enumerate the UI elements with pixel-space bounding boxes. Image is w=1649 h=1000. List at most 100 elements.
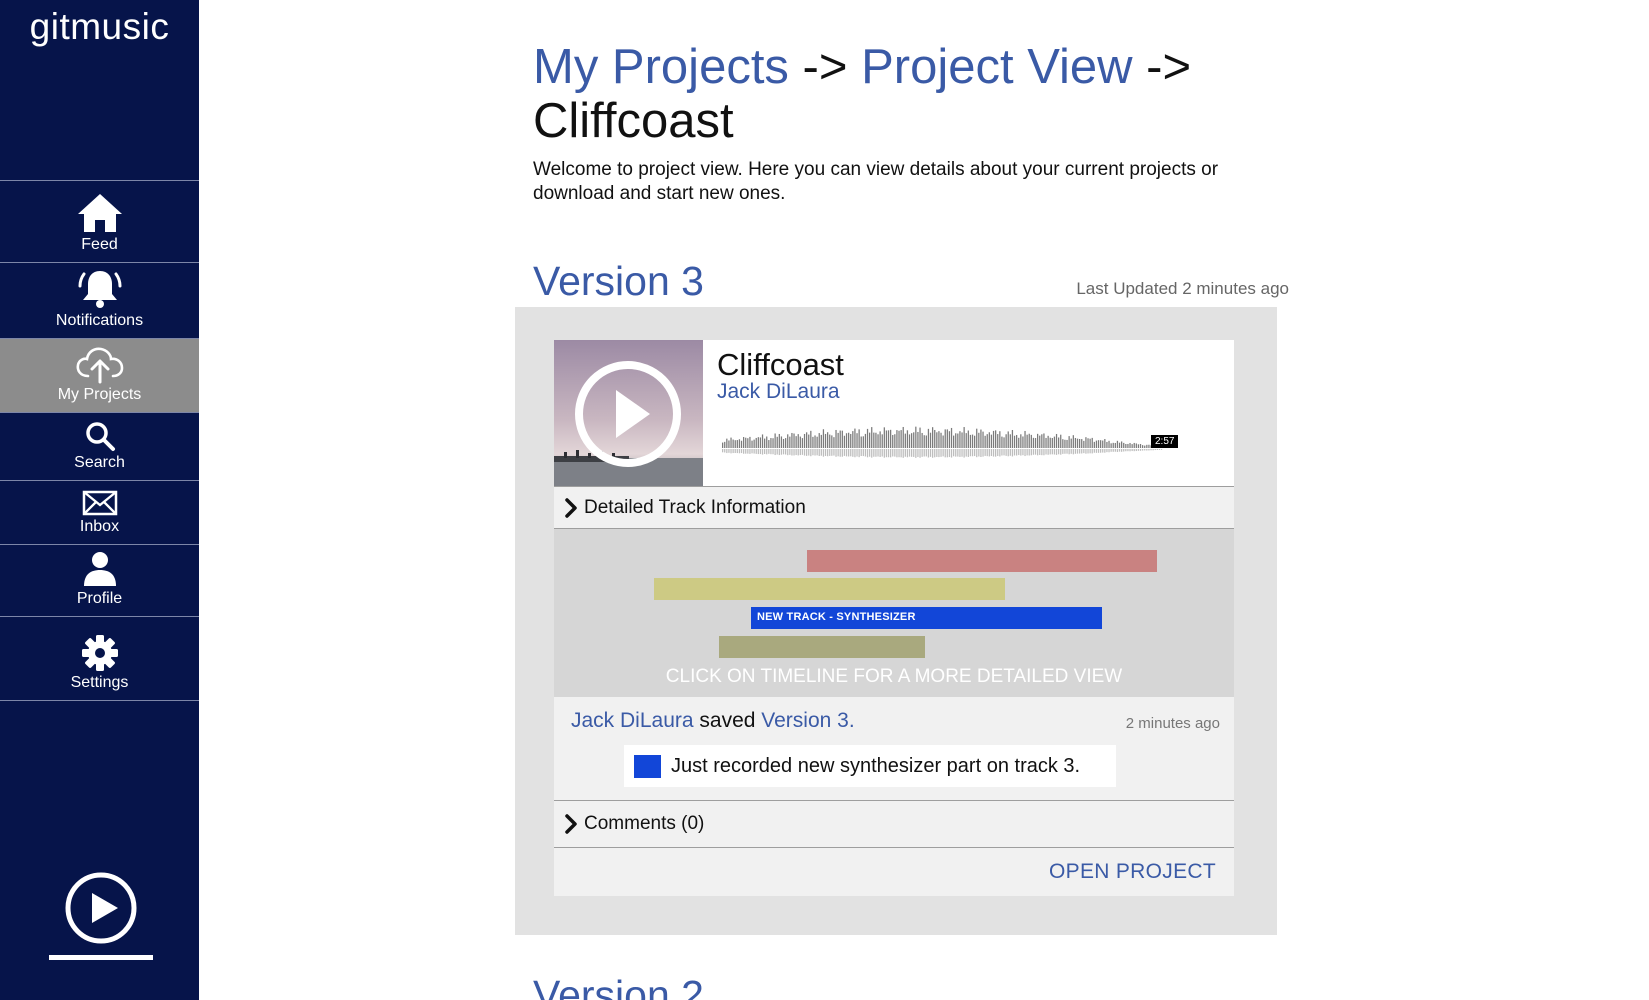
open-project-button[interactable]: OPEN PROJECT [1049, 860, 1216, 884]
waveform-bar [990, 434, 993, 448]
waveform-bar [816, 436, 818, 448]
waveform-bar [885, 430, 888, 448]
sidebar-item-label: Settings [70, 674, 129, 691]
waveform-bar [1116, 440, 1119, 448]
waveform-bar [921, 432, 923, 448]
waveform-bar [948, 431, 951, 448]
sidebar-item-inbox[interactable]: Inbox [0, 481, 199, 545]
comments-toggle[interactable]: Comments (0) [554, 800, 1234, 848]
waveform-bar-reflection [1121, 449, 1123, 452]
waveform-bar-reflection [1158, 449, 1161, 450]
sidebar-item-profile[interactable]: Profile [0, 545, 199, 617]
track-artist[interactable]: Jack DiLaura [717, 380, 840, 404]
waveform-bar-reflection [1018, 449, 1020, 456]
waveform-bar [1108, 440, 1110, 448]
waveform-bar [820, 434, 822, 448]
version-card: Cliffcoast Jack DiLaura 2:57 Detailed Tr… [515, 307, 1277, 935]
timeline[interactable]: NEW TRACK - SYNTHESIZER CLICK ON TIMELIN… [554, 529, 1234, 697]
waveform-bar-reflection [887, 449, 890, 458]
detailed-track-info-toggle[interactable]: Detailed Track Information [554, 486, 1234, 529]
waveform-bar [793, 433, 795, 448]
waveform-bar-reflection [776, 449, 778, 455]
waveform-bar [1133, 442, 1135, 448]
breadcrumb-current: Cliffcoast [533, 94, 734, 148]
waveform-bar-reflection [978, 449, 980, 457]
waveform-bar-reflection [1079, 449, 1081, 454]
waveform-bar [971, 434, 974, 448]
waveform-bar-reflection [881, 449, 883, 457]
breadcrumb-project-view[interactable]: Project View [861, 40, 1132, 94]
sidebar-item-notifications[interactable]: Notifications [0, 263, 199, 339]
waveform-bar-reflection [1066, 449, 1068, 454]
waveform-bar-reflection [736, 449, 738, 454]
chevron-right-icon [565, 814, 577, 834]
waveform-bar-reflection [1053, 449, 1056, 455]
waveform-bar [1131, 444, 1133, 448]
waveform-bar [892, 434, 894, 448]
waveform-bar-reflection [1003, 449, 1005, 456]
envelope-icon [82, 490, 117, 516]
waveform-bar-reflection [1127, 449, 1129, 452]
waveform-bar-reflection [740, 449, 743, 454]
waveform-bar-reflection [1049, 449, 1051, 455]
waveform-bar-reflection [1133, 449, 1135, 452]
activity-entry: Jack DiLaura saved Version 3. 2 minutes … [554, 697, 1234, 800]
waveform-bar-reflection [1024, 449, 1026, 457]
waveform-bar-reflection [1110, 449, 1112, 452]
play-circle-icon[interactable] [64, 871, 138, 945]
waveform-bar-reflection [873, 449, 875, 457]
activity-version-link[interactable]: Version 3 [761, 709, 849, 732]
breadcrumb-my-projects[interactable]: My Projects [533, 40, 789, 94]
waveform-bar [787, 434, 789, 448]
waveform-bar-reflection [818, 449, 820, 456]
waveform-bar [860, 436, 862, 448]
waveform-bar [925, 435, 927, 448]
waveform-bar [747, 438, 749, 448]
waveform-bar [1034, 438, 1037, 448]
waveform[interactable] [722, 410, 1182, 470]
waveform-bar-reflection [858, 449, 860, 458]
sidebar-item-feed[interactable]: Feed [0, 181, 199, 263]
album-artwork[interactable] [554, 340, 703, 486]
waveform-bar [917, 431, 919, 448]
user-icon [83, 552, 116, 586]
waveform-bar [980, 429, 982, 448]
waveform-bar-reflection [862, 449, 864, 457]
waveform-bar [1076, 438, 1079, 448]
waveform-bar-reflection [755, 449, 757, 454]
waveform-bar-reflection [1009, 449, 1011, 456]
waveform-bar-reflection [829, 449, 831, 456]
next-version-title: Version 2 [533, 972, 704, 1000]
waveform-bar-reflection [921, 449, 923, 457]
waveform-bar [1024, 430, 1026, 448]
activity-user-link[interactable]: Jack DiLaura [571, 709, 694, 732]
waveform-bar [978, 432, 980, 448]
waveform-bar-reflection [751, 449, 753, 454]
waveform-bar [1049, 437, 1051, 448]
waveform-bar [831, 435, 833, 448]
waveform-bar [1095, 440, 1098, 448]
waveform-bar-reflection [984, 449, 986, 456]
waveform-bar-reflection [1007, 449, 1009, 457]
timeline-track-bar-4 [719, 636, 925, 658]
waveform-bar [1064, 439, 1066, 448]
waveform-bar-reflection [1156, 449, 1158, 450]
waveform-bar-reflection [1005, 449, 1007, 456]
sidebar-item-search[interactable]: Search [0, 413, 199, 481]
waveform-bar-reflection [1062, 449, 1064, 454]
waveform-bar-reflection [759, 449, 762, 455]
waveform-bar [768, 440, 770, 448]
sidebar-item-my-projects[interactable]: My Projects [0, 339, 199, 413]
waveform-bar [1114, 442, 1116, 448]
card-footer: OPEN PROJECT [554, 848, 1234, 896]
waveform-bar [959, 431, 961, 448]
waveform-bar [1137, 444, 1140, 448]
sidebar-item-settings[interactable]: Settings [0, 617, 199, 701]
waveform-bar-reflection [816, 449, 818, 456]
commit-message-text: Just recorded new synthesizer part on tr… [671, 754, 1081, 777]
waveform-bar-reflection [997, 449, 999, 457]
waveform-bar-reflection [812, 449, 814, 456]
waveform-bar-reflection [898, 449, 900, 458]
waveform-bar [1026, 434, 1028, 448]
waveform-bar [1091, 437, 1093, 448]
